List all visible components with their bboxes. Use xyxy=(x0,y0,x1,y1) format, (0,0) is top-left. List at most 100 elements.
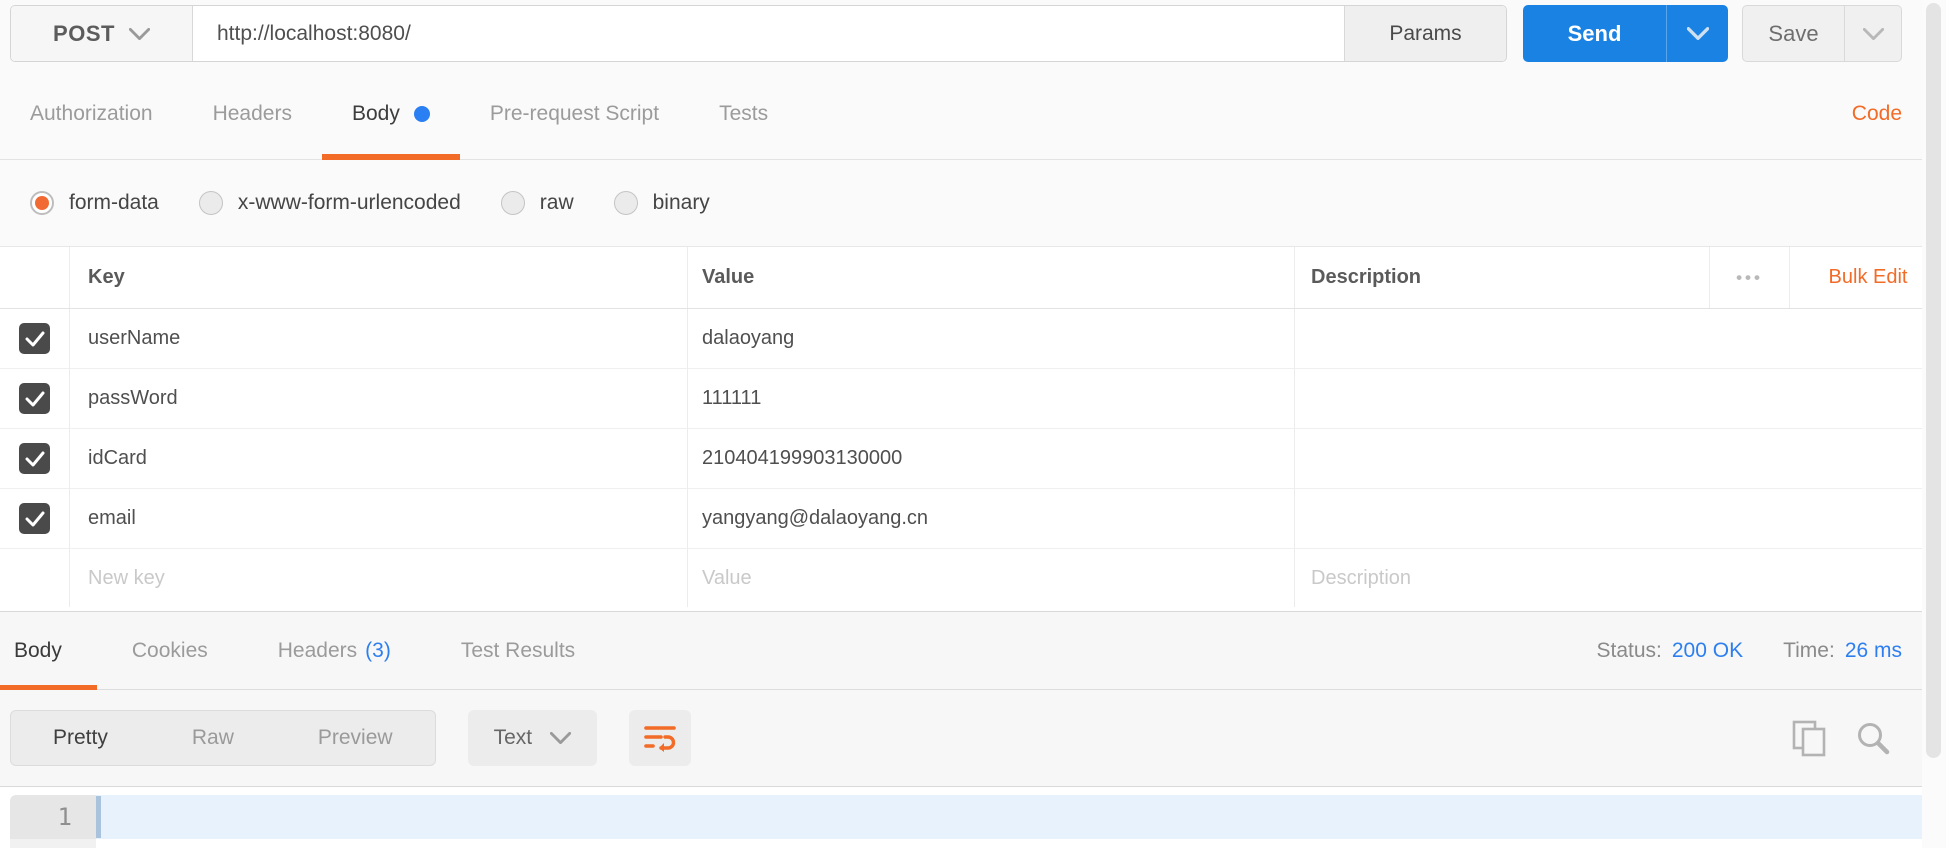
response-meta: Status: 200 OK Time: 26 ms xyxy=(1596,612,1902,689)
bulk-edit-link[interactable]: Bulk Edit xyxy=(1829,266,1908,289)
response-toolbar: Pretty Raw Preview Text xyxy=(0,690,1946,786)
tab-label: Tests xyxy=(719,101,769,125)
radio-binary[interactable]: binary xyxy=(613,191,710,215)
key-field[interactable]: idCard xyxy=(70,429,688,488)
response-tab-headers[interactable]: Headers (3) xyxy=(243,612,426,689)
active-editor-line[interactable] xyxy=(96,795,1922,839)
method-dropdown[interactable]: POST xyxy=(11,6,193,61)
header-description: Description xyxy=(1295,247,1710,308)
row-checkbox-checked[interactable] xyxy=(19,503,50,534)
new-description-input[interactable]: Description xyxy=(1295,549,1946,607)
row-checkbox-checked[interactable] xyxy=(19,323,50,354)
response-section: Body Cookies Headers (3) Test Results St… xyxy=(0,611,1946,786)
copy-button[interactable] xyxy=(1790,719,1828,757)
response-tabs: Body Cookies Headers (3) Test Results St… xyxy=(0,612,1946,690)
table-header-row: Key Value Description ••• Bulk Edit xyxy=(0,247,1946,309)
row-checkbox-checked[interactable] xyxy=(19,443,50,474)
tab-label: Pre-request Script xyxy=(489,101,660,125)
body-has-content-dot xyxy=(413,105,430,122)
text-cursor xyxy=(96,796,101,838)
form-data-table: Key Value Description ••• Bulk Edit user… xyxy=(0,246,1946,607)
code-link[interactable]: Code xyxy=(1852,102,1902,126)
header-menu-cell: ••• xyxy=(1710,247,1790,308)
save-options-button[interactable] xyxy=(1845,5,1902,62)
row-check-cell xyxy=(0,369,70,428)
tab-body[interactable]: Body xyxy=(321,68,460,160)
search-icon xyxy=(1858,723,1890,755)
params-button[interactable]: Params xyxy=(1344,6,1506,61)
line-number-gutter: 1 xyxy=(10,795,96,839)
tab-headers[interactable]: Headers xyxy=(183,68,322,159)
header-value: Value xyxy=(688,247,1295,308)
checkmark-icon xyxy=(25,391,44,406)
table-row: userName dalaoyang xyxy=(0,309,1946,369)
format-label: Text xyxy=(493,726,533,749)
row-check-cell xyxy=(0,429,70,488)
send-options-button[interactable] xyxy=(1666,5,1728,62)
value-field[interactable]: dalaoyang xyxy=(688,309,1295,368)
tab-label: Body xyxy=(14,638,62,662)
scrollbar-thumb[interactable] xyxy=(1926,3,1941,758)
time-item: Time: 26 ms xyxy=(1783,639,1902,663)
response-tab-test-results[interactable]: Test Results xyxy=(426,612,610,689)
radio-form-data[interactable]: form-data xyxy=(30,191,159,215)
header-check-cell xyxy=(0,247,70,308)
chevron-down-icon xyxy=(1862,27,1884,40)
tab-label: Cookies xyxy=(131,638,208,662)
response-body-editor[interactable]: 1 xyxy=(0,786,1946,848)
search-button[interactable] xyxy=(1854,719,1892,757)
tab-tests[interactable]: Tests xyxy=(689,68,798,159)
headers-count-badge: (3) xyxy=(365,638,391,662)
description-field[interactable] xyxy=(1295,429,1946,488)
status-label: Status: xyxy=(1596,638,1662,662)
tab-label: Body xyxy=(351,101,400,125)
save-button[interactable]: Save xyxy=(1742,5,1845,62)
response-tab-cookies[interactable]: Cookies xyxy=(97,612,243,689)
row-checkbox-checked[interactable] xyxy=(19,383,50,414)
radio-unselected-icon xyxy=(198,191,223,215)
radio-label: binary xyxy=(652,191,710,214)
chevron-down-icon xyxy=(1686,27,1709,40)
value-field[interactable]: 210404199903130000 xyxy=(688,429,1295,488)
view-mode-switcher: Pretty Raw Preview xyxy=(10,710,436,766)
description-field[interactable] xyxy=(1295,309,1946,368)
radio-label: x-www-form-urlencoded xyxy=(237,191,461,214)
row-check-cell xyxy=(0,309,70,368)
status-value[interactable]: 200 OK xyxy=(1672,639,1743,663)
new-value-input[interactable]: Value xyxy=(688,549,1295,607)
checkmark-icon xyxy=(25,451,44,466)
key-field[interactable]: userName xyxy=(70,309,688,368)
toolbar-right-icons xyxy=(1790,719,1892,757)
chevron-down-icon xyxy=(550,732,572,744)
value-field[interactable]: yangyang@dalaoyang.cn xyxy=(688,489,1295,548)
time-label: Time: xyxy=(1783,638,1835,662)
new-entry-row: New key Value Description xyxy=(0,549,1946,607)
gutter-continuation xyxy=(10,839,96,848)
url-input[interactable]: http://localhost:8080/ xyxy=(193,6,1344,61)
format-dropdown[interactable]: Text xyxy=(467,710,598,766)
view-mode-preview[interactable]: Preview xyxy=(276,726,435,750)
radio-x-www-form-urlencoded[interactable]: x-www-form-urlencoded xyxy=(198,191,461,215)
description-field[interactable] xyxy=(1295,369,1946,428)
tab-pre-request-script[interactable]: Pre-request Script xyxy=(460,68,689,159)
tab-authorization[interactable]: Authorization xyxy=(0,68,183,159)
send-button[interactable]: Send xyxy=(1523,5,1666,62)
table-row: email yangyang@dalaoyang.cn xyxy=(0,489,1946,549)
ellipsis-icon[interactable]: ••• xyxy=(1736,268,1763,288)
checkmark-icon xyxy=(25,331,44,346)
response-tab-body[interactable]: Body xyxy=(0,612,97,690)
key-field[interactable]: passWord xyxy=(70,369,688,428)
value-field[interactable]: 111111 xyxy=(688,369,1295,428)
tab-label: Test Results xyxy=(460,638,576,662)
table-row: idCard 210404199903130000 xyxy=(0,429,1946,489)
time-value[interactable]: 26 ms xyxy=(1845,639,1902,663)
description-field[interactable] xyxy=(1295,489,1946,548)
new-key-input[interactable]: New key xyxy=(70,549,688,607)
word-wrap-button[interactable] xyxy=(629,710,692,766)
view-mode-pretty[interactable]: Pretty xyxy=(11,726,150,750)
radio-label: form-data xyxy=(69,191,159,214)
view-mode-raw[interactable]: Raw xyxy=(150,726,276,750)
tab-label: Authorization xyxy=(30,101,153,125)
key-field[interactable]: email xyxy=(70,489,688,548)
radio-raw[interactable]: raw xyxy=(500,191,574,215)
